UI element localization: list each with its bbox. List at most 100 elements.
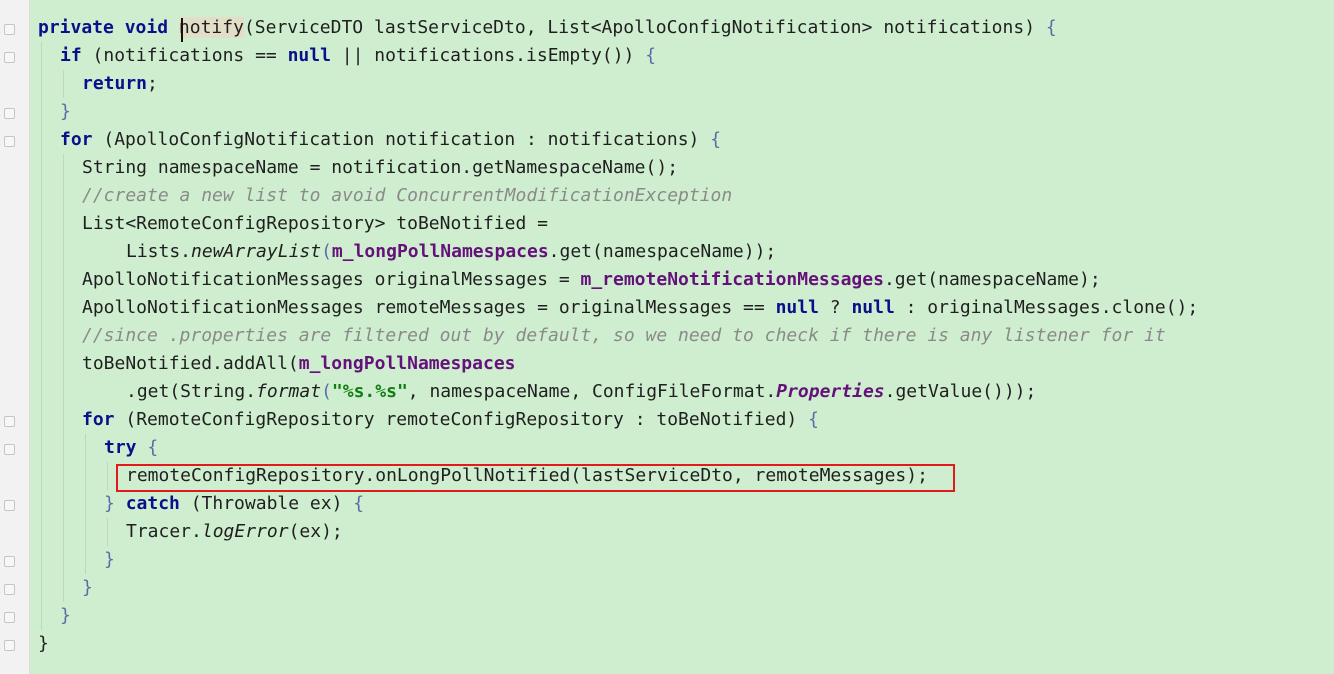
- static-method: logError: [201, 521, 289, 542]
- code-line[interactable]: ApolloNotificationMessages remoteMessage…: [82, 294, 1198, 322]
- code-line[interactable]: } catch (Throwable ex) {: [104, 490, 364, 518]
- brace: }: [60, 101, 71, 122]
- code-line[interactable]: //create a new list to avoid ConcurrentM…: [82, 182, 732, 210]
- fold-marker-icon[interactable]: [4, 108, 15, 119]
- code-text: (ex);: [288, 521, 343, 542]
- fold-marker-icon[interactable]: [4, 640, 15, 651]
- static-method: format: [256, 381, 322, 402]
- code-line[interactable]: }: [104, 546, 115, 574]
- enum-constant: Properties: [776, 381, 885, 402]
- brace: {: [645, 45, 657, 66]
- fold-marker-icon[interactable]: [4, 556, 15, 567]
- code-text: String namespaceName = notification.getN…: [82, 157, 679, 178]
- keyword: catch: [125, 493, 180, 514]
- code-line[interactable]: return;: [82, 70, 158, 98]
- code-line[interactable]: }: [38, 630, 49, 658]
- code-text: List<RemoteConfigRepository> toBeNotifie…: [82, 213, 548, 234]
- fold-marker-icon[interactable]: [4, 416, 15, 427]
- code-line[interactable]: for (RemoteConfigRepository remoteConfig…: [82, 406, 819, 434]
- code-line[interactable]: String namespaceName = notification.getN…: [82, 154, 678, 182]
- code-line[interactable]: private void notify(ServiceDTO lastServi…: [38, 14, 1057, 42]
- code-text: (ApolloConfigNotification notification :…: [92, 129, 711, 150]
- code-text: .getValue()));: [884, 381, 1037, 402]
- code-line[interactable]: Tracer.logError(ex);: [126, 518, 343, 546]
- code-text: : originalMessages.clone();: [894, 297, 1199, 318]
- code-text: .get(namespaceName));: [548, 241, 777, 262]
- keyword: null: [851, 297, 895, 318]
- code-text: ;: [147, 73, 158, 94]
- indent-guide: [41, 42, 42, 630]
- code-text: (notifications ==: [81, 45, 288, 66]
- keyword: try: [104, 437, 137, 458]
- code-text: }: [38, 633, 49, 654]
- fold-marker-icon[interactable]: [4, 52, 15, 63]
- indent-guide: [107, 518, 108, 546]
- code-text: .get(String.: [126, 381, 257, 402]
- code-line[interactable]: .get(String.format("%s.%s", namespaceNam…: [126, 378, 1036, 406]
- highlight-annotation-box: [116, 464, 955, 492]
- editor-gutter[interactable]: [0, 0, 30, 674]
- code-text: , namespaceName, ConfigFileFormat.: [407, 381, 777, 402]
- field-name: m_longPollNamespaces: [331, 241, 549, 262]
- keyword: void: [124, 17, 169, 38]
- code-line[interactable]: try {: [104, 434, 158, 462]
- brace: }: [60, 605, 71, 626]
- static-method: newArrayList: [191, 241, 322, 262]
- indent-guide: [85, 434, 86, 574]
- indent-guide: [63, 70, 64, 98]
- code-text: (ServiceDTO lastServiceDto, List<ApolloC…: [243, 17, 1046, 38]
- indent-guide: [63, 154, 64, 602]
- keyword: null: [775, 297, 819, 318]
- code-line[interactable]: }: [82, 574, 93, 602]
- code-text: toBeNotified.addAll(: [82, 353, 299, 374]
- code-line[interactable]: List<RemoteConfigRepository> toBeNotifie…: [82, 210, 548, 238]
- code-line[interactable]: Lists.newArrayList(m_longPollNamespaces.…: [126, 238, 776, 266]
- text-caret: [181, 18, 183, 42]
- field-name: m_remoteNotificationMessages: [580, 269, 884, 290]
- code-editor[interactable]: private void notify(ServiceDTO lastServi…: [0, 0, 1334, 674]
- brace: {: [353, 493, 365, 514]
- code-text: ApolloNotificationMessages remoteMessage…: [82, 297, 776, 318]
- fold-marker-icon[interactable]: [4, 136, 15, 147]
- keyword: null: [287, 45, 331, 66]
- fold-marker-icon[interactable]: [4, 584, 15, 595]
- code-line[interactable]: //since .properties are filtered out by …: [82, 322, 1166, 350]
- indent-guide: [107, 462, 108, 490]
- code-comment: //since .properties are filtered out by …: [82, 325, 1166, 346]
- fold-marker-icon[interactable]: [4, 444, 15, 455]
- code-text: ApolloNotificationMessages originalMessa…: [82, 269, 581, 290]
- fold-marker-icon[interactable]: [4, 500, 15, 511]
- code-text: (RemoteConfigRepository remoteConfigRepo…: [114, 409, 809, 430]
- code-text: (Throwable ex): [179, 493, 354, 514]
- keyword: for: [60, 129, 93, 150]
- fold-marker-icon[interactable]: [4, 24, 15, 35]
- code-text: ?: [818, 297, 852, 318]
- code-line[interactable]: ApolloNotificationMessages originalMessa…: [82, 266, 1101, 294]
- code-text: Lists.: [126, 241, 192, 262]
- keyword: for: [82, 409, 115, 430]
- field-name: m_longPollNamespaces: [298, 353, 516, 374]
- brace: {: [136, 437, 159, 458]
- brace: {: [710, 129, 722, 150]
- fold-marker-icon[interactable]: [4, 612, 15, 623]
- paren: (: [321, 241, 332, 262]
- code-text: Tracer.: [126, 521, 202, 542]
- brace: }: [104, 493, 126, 514]
- code-line[interactable]: toBeNotified.addAll(m_longPollNamespaces: [82, 350, 516, 378]
- keyword: return: [82, 73, 148, 94]
- keyword: private: [38, 17, 114, 38]
- brace: {: [808, 409, 819, 430]
- keyword: if: [60, 45, 82, 66]
- method-name: notify: [178, 17, 244, 38]
- code-line[interactable]: for (ApolloConfigNotification notificati…: [60, 126, 721, 154]
- brace: {: [1045, 17, 1057, 38]
- code-text: .get(namespaceName);: [883, 269, 1101, 290]
- code-line[interactable]: }: [60, 602, 71, 630]
- code-comment: //create a new list to avoid ConcurrentM…: [82, 185, 733, 206]
- code-line[interactable]: if (notifications == null || notificatio…: [60, 42, 656, 70]
- paren: (: [321, 381, 332, 402]
- code-text: || notifications.isEmpty()): [330, 45, 646, 66]
- code-line[interactable]: }: [60, 98, 71, 126]
- brace: }: [104, 549, 115, 570]
- brace: }: [82, 577, 93, 598]
